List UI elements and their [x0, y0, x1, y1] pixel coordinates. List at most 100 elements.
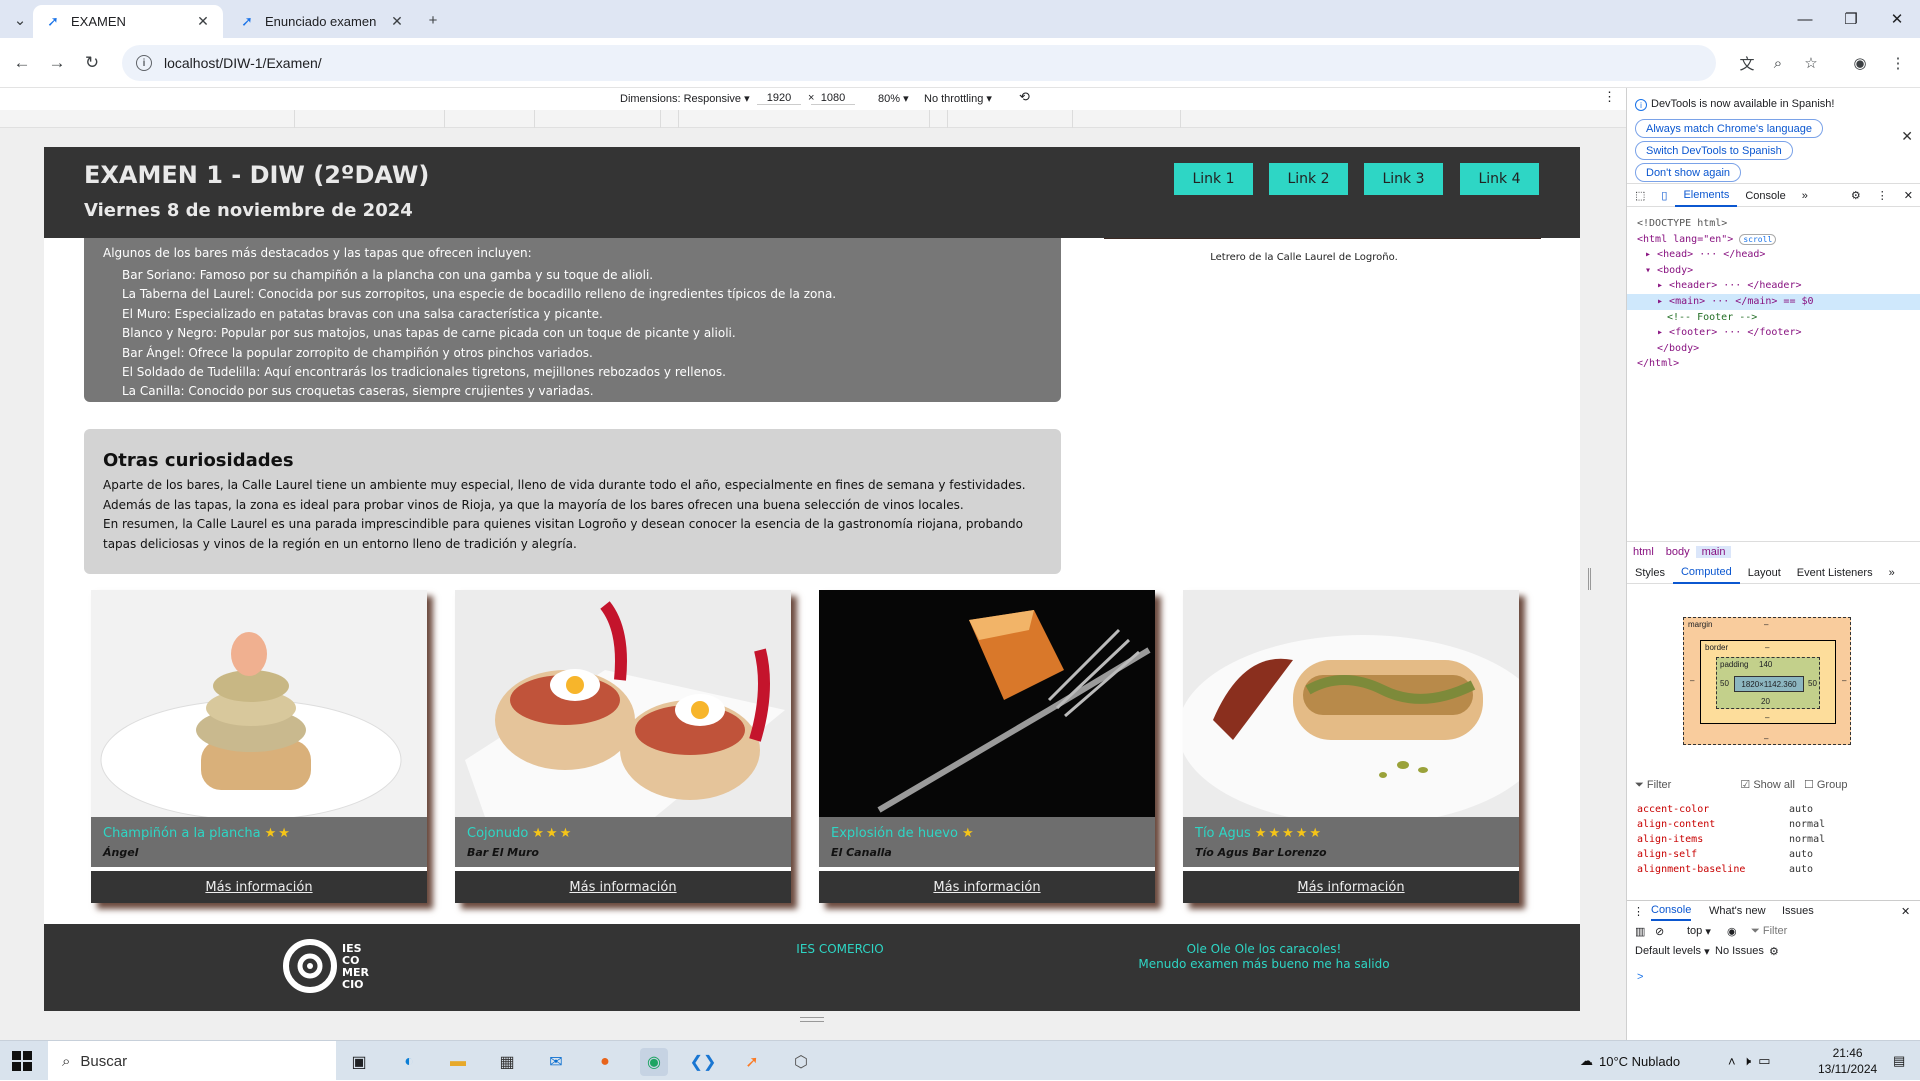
more-info-link[interactable]: Más información: [819, 871, 1155, 903]
file-explorer-icon[interactable]: ▬: [444, 1048, 472, 1076]
dom-comment[interactable]: <!-- Footer -->: [1637, 310, 1920, 326]
dom-body[interactable]: ▾ <body>: [1637, 263, 1920, 279]
firefox-icon[interactable]: ●: [591, 1048, 619, 1076]
address-bar[interactable]: i localhost/DIW-1/Examen/: [122, 45, 1716, 81]
console-settings-icon[interactable]: ⚙: [1769, 941, 1779, 961]
media-query-ruler[interactable]: [0, 110, 1626, 128]
computed-filter[interactable]: ⏷ Filter ☑ Show all ☐ Group: [1635, 778, 1847, 792]
viewport-resize-handle[interactable]: [1588, 568, 1591, 590]
dom-header[interactable]: ▸ <header> ··· </header>: [1637, 278, 1920, 294]
device-mode-icon[interactable]: ▯: [1653, 185, 1675, 207]
windows-start-icon[interactable]: [12, 1051, 32, 1071]
mail-icon[interactable]: ✉: [542, 1048, 570, 1076]
chrome-icon[interactable]: ◉: [640, 1048, 668, 1076]
group-checkbox[interactable]: ☐ Group: [1804, 779, 1848, 791]
nav-link-1[interactable]: Link 1: [1174, 163, 1253, 195]
more-info-link[interactable]: Más información: [455, 871, 791, 903]
more-info-link[interactable]: Más información: [1183, 871, 1519, 903]
property-row[interactable]: align-items normal: [1637, 832, 1825, 847]
match-language-button[interactable]: Always match Chrome's language: [1635, 119, 1823, 138]
dimensions-select[interactable]: Dimensions: Responsive ▾: [620, 92, 750, 105]
scroll-badge[interactable]: scroll: [1739, 233, 1777, 245]
tab-computed[interactable]: Computed: [1672, 562, 1740, 584]
zoom-select[interactable]: 80% ▾: [878, 92, 909, 105]
dom-body-close[interactable]: </body>: [1637, 341, 1920, 357]
edge-icon[interactable]: ◐: [395, 1048, 423, 1076]
more-info-link[interactable]: Más información: [91, 871, 427, 903]
drawer-tab-whats-new[interactable]: What's new: [1709, 901, 1766, 921]
store-icon[interactable]: ▦: [493, 1048, 521, 1076]
crumb-main[interactable]: main: [1695, 545, 1732, 558]
profile-avatar-icon[interactable]: ◉: [1848, 51, 1872, 75]
virtualbox-icon[interactable]: ⬡: [787, 1048, 815, 1076]
tray-icons[interactable]: ˄ 🕨 ▭: [1728, 1041, 1771, 1081]
tab-examen[interactable]: ➚ EXAMEN ✕: [33, 5, 223, 38]
dom-main-selected[interactable]: ▸ <main> ··· </main> == $0: [1627, 293, 1920, 310]
reload-icon[interactable]: ↻: [80, 51, 104, 75]
close-devtools-icon[interactable]: ✕: [1896, 185, 1920, 207]
forward-icon[interactable]: →: [45, 51, 69, 75]
nav-link-2[interactable]: Link 2: [1269, 163, 1348, 195]
crumb-body[interactable]: body: [1660, 546, 1696, 558]
taskbar-search[interactable]: ⌕ Buscar: [48, 1041, 336, 1081]
property-row[interactable]: align-self auto: [1637, 847, 1825, 862]
tab-console[interactable]: Console: [1737, 185, 1793, 207]
more-tabs-icon[interactable]: »: [1794, 185, 1816, 207]
tab-search-icon[interactable]: ⌄: [8, 8, 32, 32]
device-more-icon[interactable]: ⋮: [1603, 89, 1616, 105]
vscode-icon[interactable]: ❮❯: [689, 1048, 717, 1076]
context-select[interactable]: top ▾: [1687, 921, 1711, 941]
property-row[interactable]: accent-color auto: [1637, 802, 1825, 817]
tab-layout[interactable]: Layout: [1740, 562, 1789, 584]
more-panes-icon[interactable]: »: [1881, 562, 1903, 584]
sidebar-toggle-icon[interactable]: ▥: [1635, 921, 1645, 941]
tab-enunciado[interactable]: ➚ Enunciado examen ✕: [227, 5, 417, 38]
rotate-icon[interactable]: ⟲: [1019, 89, 1030, 105]
site-info-icon[interactable]: i: [136, 55, 152, 71]
height-input[interactable]: 1080: [811, 92, 855, 105]
levels-select[interactable]: Default levels ▾: [1635, 941, 1710, 961]
minimize-icon[interactable]: —: [1782, 0, 1828, 38]
drawer-menu-icon[interactable]: ⋮: [1633, 901, 1644, 921]
clock[interactable]: 21:46 13/11/2024: [1818, 1041, 1877, 1081]
close-infobar-icon[interactable]: ✕: [1901, 128, 1913, 145]
close-tab-icon[interactable]: ✕: [389, 13, 405, 30]
drawer-tab-console[interactable]: Console: [1651, 901, 1692, 921]
restore-icon[interactable]: ❐: [1828, 0, 1874, 38]
zoom-icon[interactable]: ⌕: [1766, 51, 1790, 75]
weather-widget[interactable]: ☁ 10°C Nublado: [1580, 1041, 1680, 1081]
live-expression-icon[interactable]: ◉: [1727, 921, 1737, 941]
crumb-html[interactable]: html: [1627, 546, 1660, 558]
close-window-icon[interactable]: ✕: [1874, 0, 1920, 38]
dom-html-close[interactable]: </html>: [1637, 356, 1920, 372]
dom-head[interactable]: ▸ <head> ··· </head>: [1637, 247, 1920, 263]
throttling-select[interactable]: No throttling ▾: [924, 92, 992, 105]
translate-icon[interactable]: 文: [1735, 51, 1759, 75]
close-tab-icon[interactable]: ✕: [195, 13, 211, 30]
width-input[interactable]: 1920: [757, 92, 801, 105]
console-prompt[interactable]: >: [1637, 967, 1643, 987]
drawer-tab-issues[interactable]: Issues: [1782, 901, 1814, 921]
show-all-checkbox[interactable]: ☑ Show all: [1740, 779, 1795, 791]
bottom-resize-handle[interactable]: [800, 1017, 824, 1022]
property-row[interactable]: alignment-baseline auto: [1637, 862, 1825, 877]
back-icon[interactable]: ←: [10, 51, 34, 75]
dom-footer[interactable]: ▸ <footer> ··· </footer>: [1637, 325, 1920, 341]
switch-spanish-button[interactable]: Switch DevTools to Spanish: [1635, 141, 1793, 160]
menu-kebab-icon[interactable]: ⋮: [1886, 51, 1910, 75]
bookmark-star-icon[interactable]: ☆: [1799, 51, 1823, 75]
dom-doctype[interactable]: <!DOCTYPE html>: [1637, 216, 1920, 232]
task-view-icon[interactable]: ▣: [345, 1048, 373, 1076]
tab-elements[interactable]: Elements: [1675, 185, 1738, 207]
new-tab-icon[interactable]: +: [421, 8, 445, 32]
tab-styles[interactable]: Styles: [1627, 562, 1673, 584]
inspect-icon[interactable]: ⬚: [1627, 185, 1653, 207]
console-filter-input[interactable]: ⏷ Filter: [1751, 921, 1787, 941]
nav-link-3[interactable]: Link 3: [1364, 163, 1443, 195]
notifications-icon[interactable]: ▤: [1893, 1041, 1905, 1081]
devtools-menu-icon[interactable]: ⋮: [1869, 185, 1896, 207]
issues-count[interactable]: No Issues: [1715, 941, 1764, 961]
clear-console-icon[interactable]: ⊘: [1655, 921, 1664, 941]
tab-event-listeners[interactable]: Event Listeners: [1789, 562, 1881, 584]
nav-link-4[interactable]: Link 4: [1460, 163, 1539, 195]
